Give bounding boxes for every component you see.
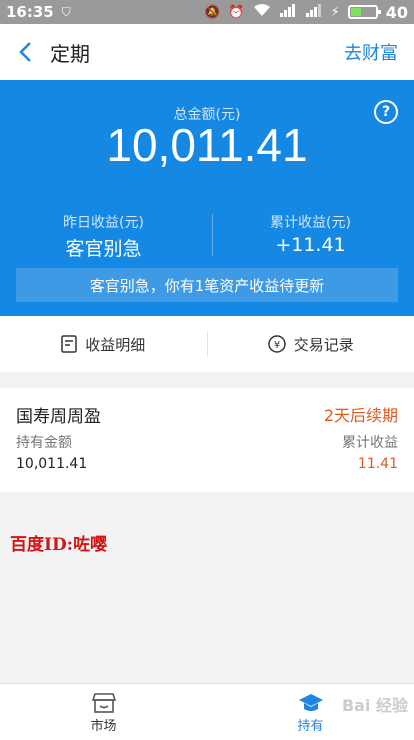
- cumulative-income-label: 累计收益(元): [207, 212, 414, 232]
- battery-level: 40: [386, 3, 408, 22]
- tab-transaction-records-label: 交易记录: [294, 334, 354, 355]
- holding-amount-value: 10,011.41: [16, 456, 87, 472]
- battery-icon: [348, 5, 378, 19]
- signal-icon-2: [305, 3, 323, 21]
- corner-watermark: Bai 经验: [342, 692, 408, 716]
- back-button[interactable]: [0, 24, 50, 80]
- yesterday-income: 昨日收益(元) 客官别急: [0, 212, 207, 261]
- status-time: 16:35: [6, 3, 54, 21]
- signal-icon: [279, 3, 297, 21]
- nav-holdings-label: 持有: [297, 715, 323, 734]
- graduation-cap-icon: [298, 693, 324, 713]
- pending-notice: 客官别急，你有1笔资产收益待更新: [16, 268, 398, 302]
- page-title: 定期: [50, 38, 90, 67]
- renew-status: 2天后续期: [324, 402, 398, 426]
- document-icon: [61, 335, 77, 353]
- watermark-text: 百度ID:咗嘤: [10, 530, 107, 555]
- charging-icon: ⚡: [331, 5, 340, 20]
- summary-panel: 总金额(元) 10,011.41 ? 昨日收益(元) 客官别急 累计收益(元) …: [0, 80, 414, 316]
- alarm-icon: ⏰: [228, 5, 244, 20]
- mute-icon: 🔕: [204, 5, 220, 20]
- tab-income-details-label: 收益明细: [85, 334, 145, 355]
- shield-icon: ⛉: [62, 5, 71, 20]
- wifi-icon: [253, 3, 271, 21]
- holding-amount-label: 持有金额: [16, 432, 72, 452]
- tab-transaction-records[interactable]: ¥ 交易记录: [208, 334, 414, 355]
- nav-bar: 定期 去财富: [0, 24, 414, 80]
- go-wealth-link[interactable]: 去财富: [344, 39, 398, 65]
- status-icons: 🔕 ⏰ ⚡ 40: [204, 3, 408, 22]
- detail-tabs: 收益明细 ¥ 交易记录: [0, 316, 414, 372]
- cumulative-income: 累计收益(元) +11.41: [207, 212, 414, 256]
- help-icon[interactable]: ?: [374, 100, 398, 124]
- yen-circle-icon: ¥: [268, 335, 286, 353]
- cumulative-income-value: +11.41: [207, 234, 414, 256]
- status-bar: 16:35 ⛉ 🔕 ⏰ ⚡ 40: [0, 0, 414, 24]
- total-amount-value: 10,011.41: [0, 118, 414, 172]
- nav-market[interactable]: 市场: [0, 684, 207, 740]
- nav-market-label: 市场: [90, 715, 116, 734]
- holding-card[interactable]: 国寿周周盈 2天后续期 持有金额 累计收益 10,011.41 11.41: [0, 388, 414, 492]
- yesterday-income-label: 昨日收益(元): [0, 212, 207, 232]
- store-icon: [92, 692, 116, 714]
- holding-income-value: 11.41: [358, 456, 398, 472]
- tab-income-details[interactable]: 收益明细: [0, 334, 207, 355]
- yesterday-income-value: 客官别急: [0, 234, 207, 261]
- product-name: 国寿周周盈: [16, 402, 101, 427]
- holding-income-label: 累计收益: [342, 432, 398, 452]
- svg-text:¥: ¥: [274, 340, 280, 351]
- chevron-left-icon: [18, 41, 32, 63]
